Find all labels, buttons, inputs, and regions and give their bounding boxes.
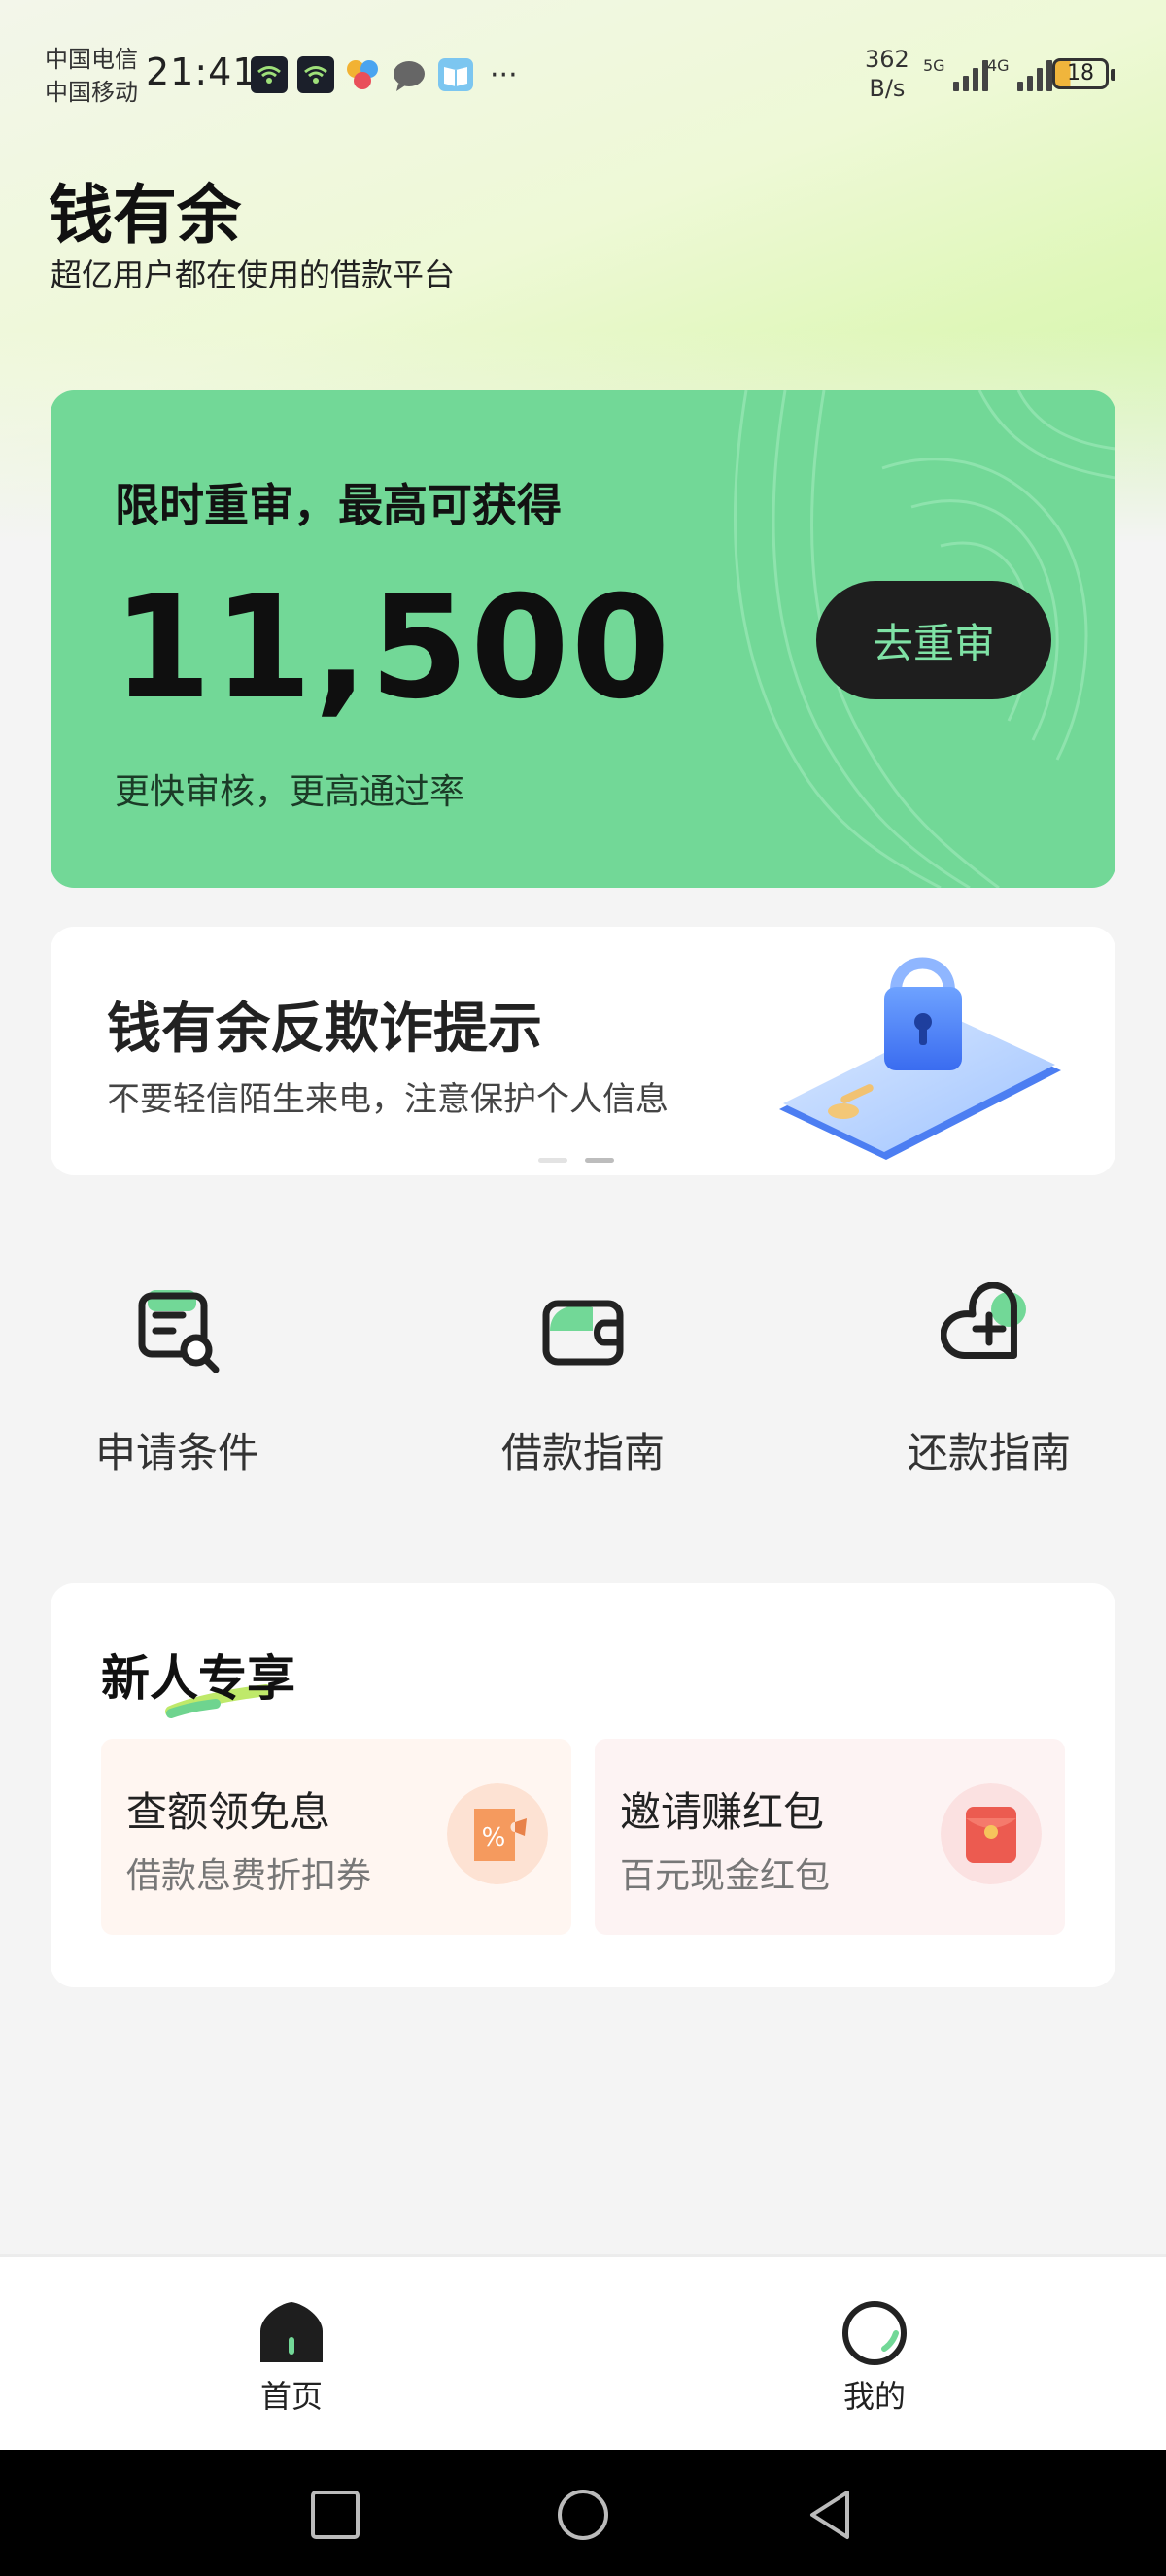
- signal-4g-label: 4G: [987, 56, 1010, 75]
- wifi-app-icon-2: [297, 56, 334, 93]
- app-title: 钱有余: [49, 178, 241, 253]
- quick-item-apply-conditions[interactable]: 申请条件: [51, 1282, 303, 1479]
- notification-icons: ···: [251, 56, 518, 93]
- tile-invite-red-packet[interactable]: 邀请赚红包 百元现金红包: [595, 1739, 1065, 1935]
- anti-fraud-banner[interactable]: 钱有余反欺诈提示 不要轻信陌生来电，注意保护个人信息: [51, 927, 1115, 1175]
- home-icon: [260, 2302, 323, 2362]
- heart-plus-icon: [940, 1281, 1026, 1359]
- carousel-dot-active: [585, 1158, 614, 1163]
- nav-home[interactable]: 首页: [194, 2298, 389, 2417]
- max-amount: 11,500: [113, 565, 672, 730]
- carousel-indicator: [538, 1158, 614, 1163]
- wifi-app-icon: [251, 56, 288, 93]
- quick-item-label: 申请条件: [94, 1429, 258, 1476]
- red-envelope-icon: [941, 1783, 1042, 1884]
- nav-mine[interactable]: 我的: [777, 2298, 972, 2417]
- nav-mine-label: 我的: [842, 2378, 906, 2415]
- quick-item-label: 借款指南: [500, 1429, 665, 1476]
- back-icon[interactable]: [805, 2489, 857, 2541]
- document-search-icon: [138, 1290, 220, 1373]
- signal-5g-label: 5G: [923, 56, 945, 75]
- reapply-button[interactable]: 去重审: [816, 581, 1051, 699]
- signal-5g-icon: 5G: [923, 56, 988, 91]
- net-speed: 362 B/s: [865, 45, 909, 103]
- message-app-icon: [394, 61, 425, 91]
- quick-item-repay-guide[interactable]: 还款指南: [863, 1281, 1115, 1479]
- discount-coupon-icon: %: [447, 1783, 548, 1884]
- reapply-card[interactable]: 限时重审，最高可获得 11,500 更快审核，更高通过率 去重审: [51, 390, 1115, 888]
- carousel-dot: [538, 1158, 567, 1163]
- more-notifications-icon: ···: [490, 57, 518, 92]
- tile-title: 邀请赚红包: [620, 1788, 825, 1836]
- colorful-app-icon: [347, 60, 378, 89]
- profile-icon: [842, 2301, 907, 2365]
- net-speed-value: 362: [865, 46, 909, 73]
- bottom-navigation: 首页 我的: [0, 2254, 1166, 2450]
- net-speed-unit: B/s: [869, 75, 906, 102]
- carrier-2: 中国移动: [45, 79, 138, 106]
- tile-title: 查额领免息: [126, 1788, 331, 1836]
- quick-item-loan-guide[interactable]: 借款指南: [457, 1282, 709, 1479]
- wallet-icon: [542, 1300, 624, 1366]
- section-title: 新人专享: [101, 1650, 295, 1707]
- reapply-headline: 限时重审，最高可获得: [115, 479, 562, 531]
- book-app-icon: [438, 58, 473, 91]
- tile-subtitle: 借款息费折扣券: [126, 1856, 372, 1896]
- tile-subtitle: 百元现金红包: [620, 1856, 831, 1896]
- home-button-icon[interactable]: [554, 2489, 612, 2541]
- quick-item-label: 还款指南: [907, 1429, 1071, 1476]
- quick-menu: 申请条件 借款指南 还款指南: [51, 1281, 1115, 1479]
- system-navigation-bar: [0, 2450, 1166, 2576]
- status-time: 21:41: [146, 51, 257, 93]
- signal-4g-icon: 4G: [987, 56, 1052, 91]
- reapply-footnote: 更快审核，更高通过率: [115, 772, 465, 812]
- status-bar: 中国电信 中国移动 21:41 ··· 362 B/s 5G 4G 18: [0, 0, 1166, 146]
- phone-lock-illustration: [779, 957, 1061, 1160]
- carrier-1: 中国电信: [45, 46, 138, 73]
- nav-home-label: 首页: [259, 2378, 323, 2415]
- recent-apps-icon[interactable]: [309, 2489, 361, 2541]
- notice-subtitle: 不要轻信陌生来电，注意保护个人信息: [107, 1080, 669, 1119]
- battery-icon: 18: [1052, 58, 1115, 89]
- carrier-labels: 中国电信 中国移动: [45, 43, 138, 109]
- tile-check-quota[interactable]: 查额领免息 借款息费折扣券 %: [101, 1739, 571, 1935]
- notice-title: 钱有余反欺诈提示: [107, 998, 542, 1061]
- svg-text:%: %: [482, 1823, 506, 1852]
- new-user-section: 新人专享 查额领免息 借款息费折扣券 % 邀请赚红包 百元现金红包: [51, 1583, 1115, 1987]
- app-subtitle: 超亿用户都在使用的借款平台: [51, 256, 456, 293]
